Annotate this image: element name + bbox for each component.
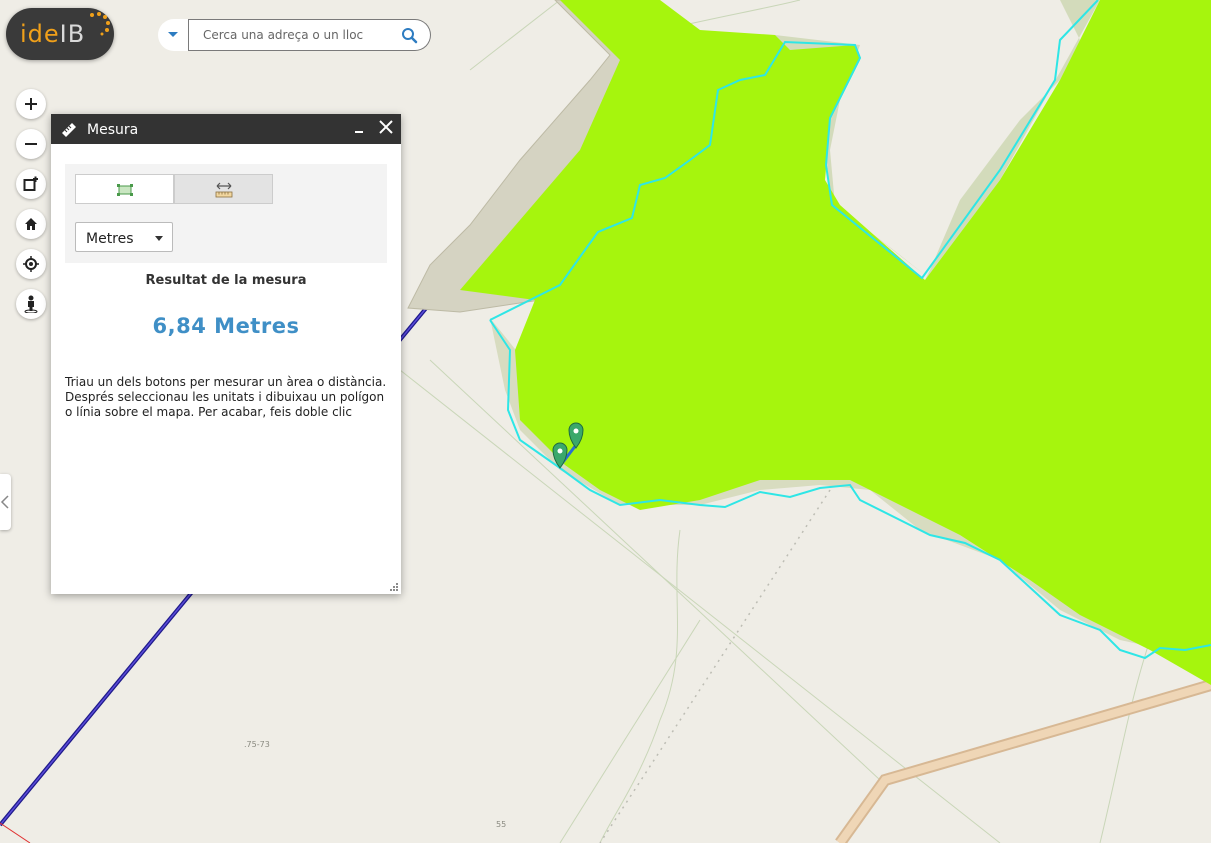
street-view-button[interactable]	[16, 289, 46, 319]
search-bar	[158, 19, 432, 51]
minimize-icon[interactable]	[353, 120, 365, 136]
caret-down-icon	[168, 32, 178, 37]
result-label: Resultat de la mesura	[145, 273, 307, 288]
distance-tool-button[interactable]	[174, 174, 273, 204]
measure-panel: Mesura Metres Resultat de la mesura 6,84…	[51, 114, 401, 594]
ruler-icon	[62, 123, 76, 137]
home-icon	[25, 218, 37, 230]
street-view-icon	[24, 295, 38, 313]
unit-select[interactable]: Metres	[75, 222, 173, 252]
zoom-in-icon	[25, 98, 37, 110]
measure-tools: Metres	[65, 164, 387, 263]
close-icon[interactable]	[378, 119, 394, 135]
parcel-label: .75-73	[244, 740, 270, 749]
logo-dots-icon	[90, 12, 110, 36]
panel-header[interactable]: Mesura	[51, 114, 401, 144]
distance-measure-icon	[215, 182, 233, 198]
locate-icon	[23, 256, 39, 272]
parcel-label: 55	[496, 820, 507, 829]
zoom-out-icon	[25, 143, 37, 145]
side-panel-toggle[interactable]	[0, 474, 11, 530]
area-tool-button[interactable]	[75, 174, 174, 204]
caret-down-icon	[155, 236, 163, 241]
search-input[interactable]	[188, 19, 390, 51]
search-button[interactable]	[389, 19, 431, 51]
result-value: 6,84 Metres	[152, 314, 300, 338]
panel-title: Mesura	[87, 122, 139, 138]
zoom-out-button[interactable]	[16, 129, 46, 159]
unit-selected-value: Metres	[86, 231, 134, 247]
search-source-dropdown[interactable]	[158, 19, 188, 51]
locate-button[interactable]	[16, 249, 46, 279]
area-measure-icon	[117, 184, 133, 196]
zoom-in-button[interactable]	[16, 89, 46, 119]
add-layer-icon	[23, 176, 38, 191]
search-icon	[402, 28, 418, 44]
home-button[interactable]	[16, 209, 46, 239]
logo-text: ideIB	[20, 20, 86, 48]
ideib-logo[interactable]: ideIB	[6, 8, 114, 60]
add-layer-button[interactable]	[16, 169, 46, 199]
resize-handle-icon[interactable]	[389, 582, 399, 592]
chevron-left-icon	[0, 495, 9, 509]
help-text: Triau un dels botons per mesurar un àrea…	[65, 375, 387, 419]
